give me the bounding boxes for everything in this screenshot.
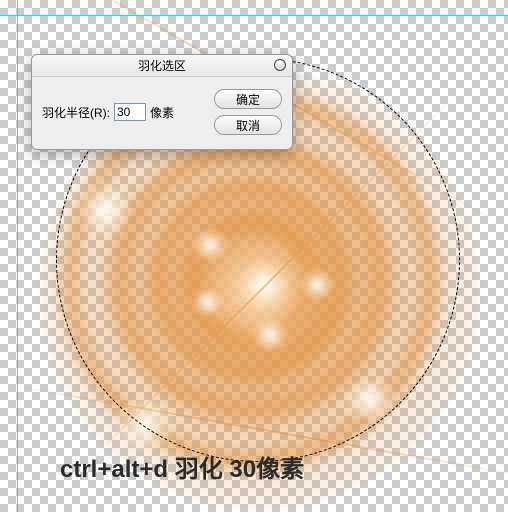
feather-dialog: 羽化选区 羽化半径(R): 像素 确定 取消 <box>31 54 293 150</box>
cancel-button[interactable]: 取消 <box>214 115 282 135</box>
radius-label: 羽化半径(R): <box>42 104 110 121</box>
close-icon[interactable] <box>274 59 286 71</box>
dialog-titlebar[interactable]: 羽化选区 <box>32 55 292 77</box>
unit-label: 像素 <box>150 104 174 121</box>
radius-input[interactable] <box>114 103 146 121</box>
dialog-title: 羽化选区 <box>138 59 186 73</box>
vertical-guide <box>17 0 18 512</box>
instruction-caption: ctrl+alt+d 羽化 30像素 <box>60 449 304 484</box>
ok-button[interactable]: 确定 <box>214 89 282 109</box>
horizontal-guide <box>0 15 508 16</box>
